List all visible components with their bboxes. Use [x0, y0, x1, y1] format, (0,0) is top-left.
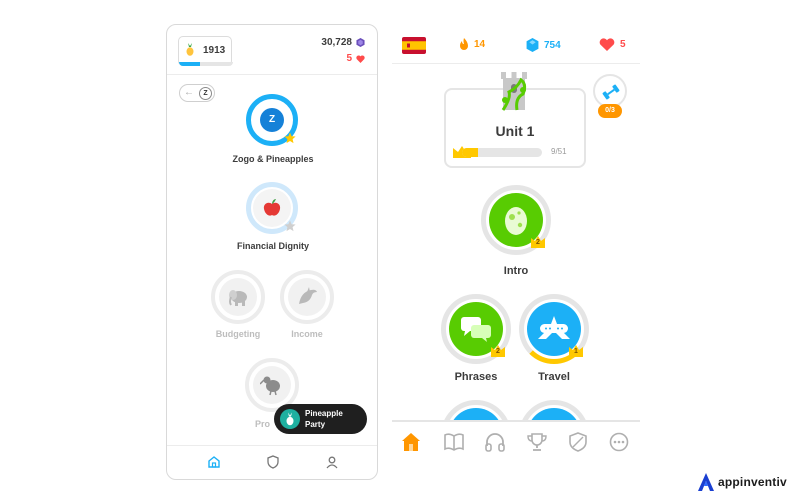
brand-name: appinventiv: [718, 475, 787, 489]
skill-label: Pro: [255, 419, 271, 429]
skill-pro[interactable]: Pro: [167, 25, 377, 435]
more-icon[interactable]: [608, 432, 630, 452]
shield-icon[interactable]: [266, 455, 280, 469]
stage: 1913 30,728 5 ← Z Z Zogo & Pineapples Fi…: [0, 0, 800, 500]
crown-badge: 1: [568, 345, 584, 358]
lesson-travel[interactable]: 1 Travel: [392, 24, 640, 394]
bottom-nav: [392, 420, 640, 464]
bottom-nav: [167, 445, 377, 479]
home-icon[interactable]: [400, 432, 422, 452]
zogo-phone-screen: 1913 30,728 5 ← Z Z Zogo & Pineapples Fi…: [166, 24, 378, 480]
pineapple-icon: [286, 412, 294, 426]
shield-icon[interactable]: [567, 432, 589, 452]
appinventiv-mark-icon: [698, 473, 714, 491]
duolingo-phone-screen: 14 754 5 Unit 1 9/51 0/3 2 Intro 2 Phras…: [392, 24, 640, 464]
toast-text: Pineapple Party: [305, 408, 343, 430]
crown-level: 1: [574, 348, 578, 355]
book-icon[interactable]: [443, 432, 465, 452]
kiwi-bird-icon: [260, 376, 280, 396]
toast-line-1: Pineapple: [305, 409, 343, 418]
trophy-icon[interactable]: [526, 432, 548, 452]
home-icon[interactable]: [207, 455, 221, 469]
lesson-label: Travel: [538, 371, 570, 383]
appinventiv-logo: appinventiv: [697, 472, 787, 492]
headphones-icon[interactable]: [484, 432, 506, 452]
pineapple-party-toast[interactable]: Pineapple Party: [274, 404, 367, 434]
toast-line-2: Party: [305, 420, 326, 429]
airplane-icon: [538, 316, 570, 339]
profile-icon[interactable]: [325, 455, 339, 469]
toast-icon-disc: [280, 409, 300, 429]
